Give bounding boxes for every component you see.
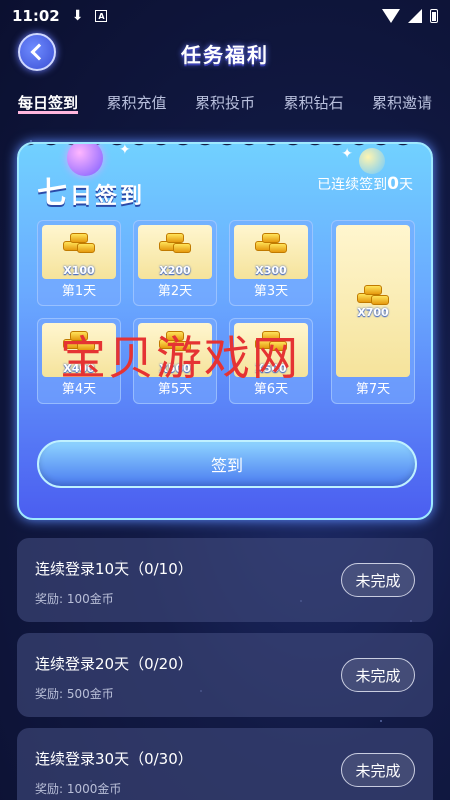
gold-coins-icon — [155, 331, 195, 353]
sparkle-icon: ✦ — [119, 142, 131, 158]
tab-diamonds[interactable]: 累积钻石 — [283, 92, 343, 116]
signin-title-rest: 日签到 — [70, 184, 146, 209]
coin-amount: X300 — [255, 264, 287, 277]
day-label: 第1天 — [61, 284, 97, 299]
task-reward: 奖励: 1000金币 — [35, 782, 122, 796]
sparkle-icon: ✦ — [341, 146, 353, 162]
streak-suffix: 天 — [399, 177, 413, 193]
tab-bar: 每日签到 累积充值 累积投币 累积钻石 累积邀请 — [0, 92, 450, 116]
day-cell[interactable]: X100 第1天 — [37, 220, 121, 306]
task-status-button[interactable]: 未完成 — [341, 753, 415, 787]
signin-button[interactable]: 签到 — [37, 440, 417, 488]
task-card: 连续登录30天（0/30） 奖励: 1000金币 未完成 — [17, 728, 433, 800]
tab-coins[interactable]: 累积投币 — [195, 92, 255, 116]
coin-amount: X700 — [357, 306, 389, 319]
coin-box: X500 — [138, 323, 212, 377]
gold-coins-icon — [59, 331, 99, 353]
task-reward: 奖励: 100金币 — [35, 592, 114, 606]
day-label: 第4天 — [61, 382, 97, 397]
coin-amount: X500 — [159, 362, 191, 375]
coin-box: X300 — [234, 225, 308, 279]
coin-box: X700 — [336, 225, 410, 377]
gold-coins-icon — [155, 233, 195, 255]
signin-title: 七日签到 — [37, 168, 145, 212]
signin-card: ✦ ✦ 七日签到 已连续签到0天 X100 第1天 X200 第2天 X300 … — [17, 142, 433, 520]
back-button[interactable] — [18, 33, 56, 71]
task-title: 连续登录20天（0/20） — [35, 655, 193, 673]
task-status-button[interactable]: 未完成 — [341, 563, 415, 597]
task-card: 连续登录10天（0/10） 奖励: 100金币 未完成 — [17, 538, 433, 622]
signal-icon — [408, 9, 422, 23]
coin-amount: X500 — [255, 362, 287, 375]
streak-count: 0 — [387, 174, 399, 194]
back-chevron-icon — [30, 43, 48, 61]
task-reward: 奖励: 500金币 — [35, 687, 114, 701]
coin-box: X500 — [234, 323, 308, 377]
streak-text: 已连续签到0天 — [317, 174, 413, 194]
signin-title-big: 七 — [37, 176, 70, 211]
header: 任务福利 — [0, 32, 450, 88]
status-bar: 11:02 ⬇ A — [0, 0, 450, 32]
coin-box: X100 — [42, 225, 116, 279]
gold-coins-icon — [251, 233, 291, 255]
streak-prefix: 已连续签到 — [317, 177, 388, 193]
tab-recharge[interactable]: 累积充值 — [106, 92, 166, 116]
coin-box: X200 — [138, 225, 212, 279]
coin-amount: X100 — [63, 264, 95, 277]
task-card: 连续登录20天（0/20） 奖励: 500金币 未完成 — [17, 633, 433, 717]
task-title: 连续登录10天（0/10） — [35, 560, 193, 578]
planet-icon — [359, 148, 385, 174]
day-label: 第6天 — [253, 382, 289, 397]
tab-daily-signin[interactable]: 每日签到 — [18, 92, 78, 116]
day-cell[interactable]: X500 第6天 — [229, 318, 313, 404]
day-cell[interactable]: X500 第5天 — [133, 318, 217, 404]
wifi-icon — [382, 9, 400, 23]
day-label: 第2天 — [157, 284, 193, 299]
coin-amount: X200 — [159, 264, 191, 277]
status-time: 11:02 — [12, 7, 60, 25]
tab-invites[interactable]: 累积邀请 — [372, 92, 432, 116]
task-status-button[interactable]: 未完成 — [341, 658, 415, 692]
notification-a-icon: A — [95, 10, 108, 22]
gold-coins-icon — [251, 331, 291, 353]
gold-coins-icon — [59, 233, 99, 255]
download-icon: ⬇ — [71, 8, 84, 24]
day-cell[interactable]: X200 第2天 — [133, 220, 217, 306]
coin-amount: X400 — [63, 362, 95, 375]
day-label: 第3天 — [253, 284, 289, 299]
day-label: 第5天 — [157, 382, 193, 397]
day-label: 第7天 — [355, 382, 391, 397]
battery-icon — [430, 9, 438, 23]
day-cell[interactable]: X300 第3天 — [229, 220, 313, 306]
page-title: 任务福利 — [181, 42, 269, 67]
coin-box: X400 — [42, 323, 116, 377]
gold-coins-icon — [353, 285, 393, 307]
task-title: 连续登录30天（0/30） — [35, 750, 193, 768]
day-cell[interactable]: X400 第4天 — [37, 318, 121, 404]
day-cell-7[interactable]: X700 第7天 — [331, 220, 415, 404]
